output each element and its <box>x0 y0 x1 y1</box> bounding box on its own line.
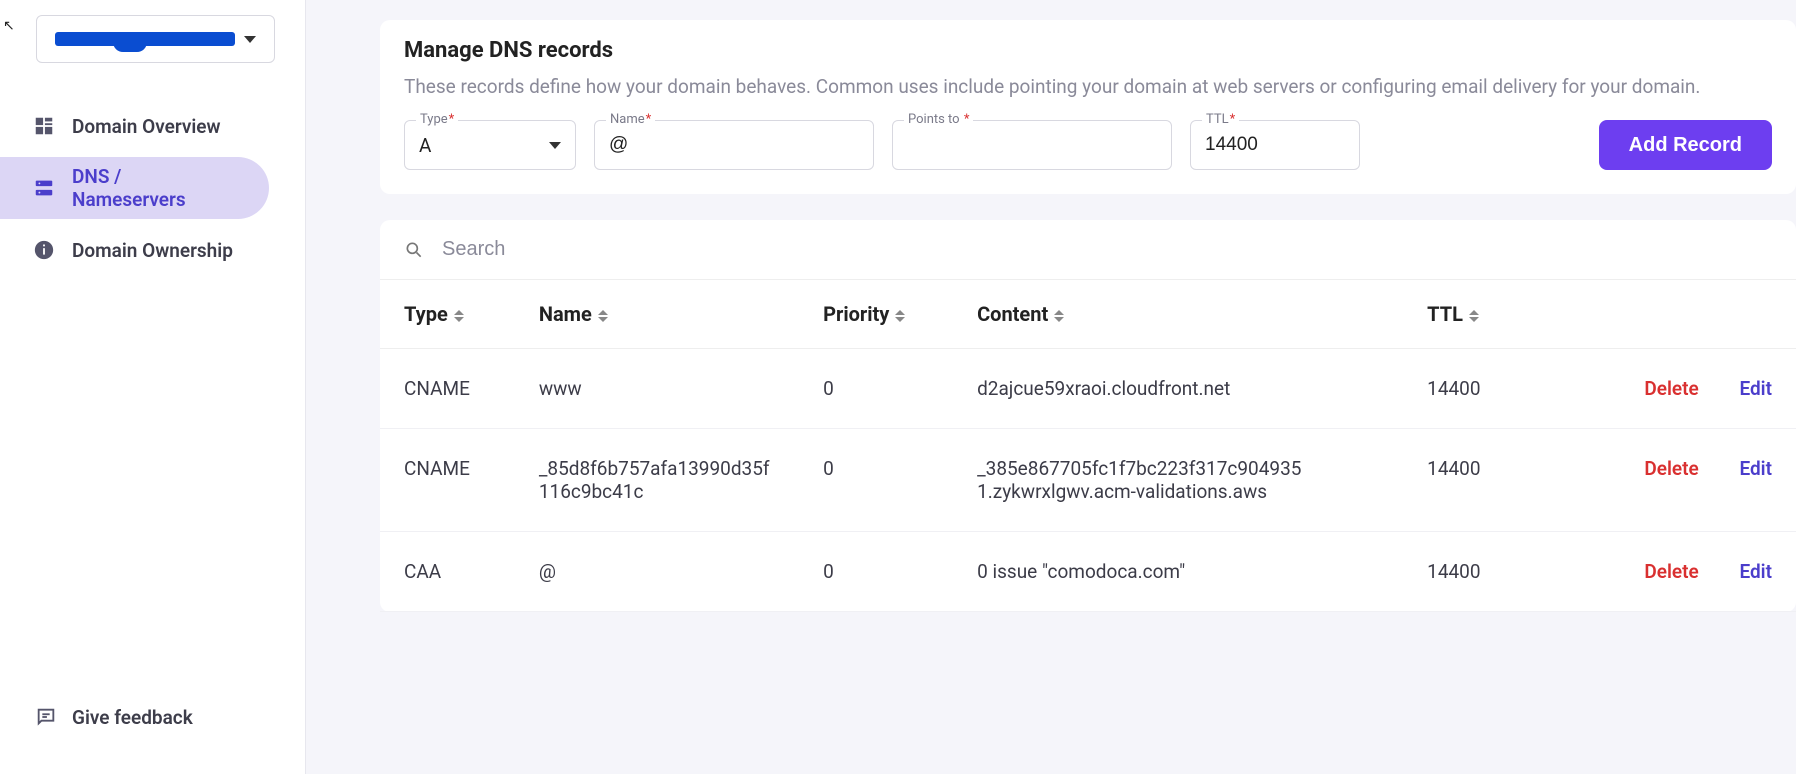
col-name[interactable]: Name <box>515 280 799 349</box>
sort-icon <box>1054 310 1064 322</box>
points-input[interactable] <box>892 120 1172 170</box>
table-row: CNAME www 0 d2ajcue59xraoi.cloudfront.ne… <box>380 349 1796 429</box>
records-panel: Type Name Priority Content TTL CNAME www… <box>380 220 1796 612</box>
table-row: CNAME _85d8f6b757afa13990d35f116c9bc41c … <box>380 429 1796 532</box>
delete-button[interactable]: Delete <box>1644 560 1698 583</box>
chat-icon <box>34 705 58 729</box>
table-row: CAA @ 0 0 issue "comodoca.com" 14400 Del… <box>380 532 1796 612</box>
sort-icon <box>598 310 608 322</box>
domain-select[interactable] <box>36 15 275 63</box>
ttl-field-wrap: TTL* <box>1190 120 1360 170</box>
cell-priority: 0 <box>799 349 953 429</box>
name-label: Name* <box>606 112 655 127</box>
search-icon <box>404 240 424 260</box>
records-thead: Type Name Priority Content TTL <box>380 280 1796 349</box>
cell-actions: Delete Edit <box>1545 532 1796 612</box>
col-ttl[interactable]: TTL <box>1403 280 1545 349</box>
chevron-down-icon <box>549 142 561 149</box>
edit-button[interactable]: Edit <box>1739 377 1772 400</box>
cell-name: www <box>515 349 799 429</box>
col-type[interactable]: Type <box>380 280 515 349</box>
add-record-form: Type* A Name* Points to * TTL* <box>404 120 1772 170</box>
type-select[interactable]: A <box>404 120 576 170</box>
sidebar-nav: Domain Overview DNS / Nameservers Domain… <box>0 95 305 710</box>
cell-type: CNAME <box>380 429 515 532</box>
domain-name-redacted <box>55 32 235 46</box>
cell-actions: Delete Edit <box>1545 349 1796 429</box>
manage-title: Manage DNS records <box>404 38 1772 63</box>
cell-type: CAA <box>380 532 515 612</box>
delete-button[interactable]: Delete <box>1644 457 1698 480</box>
cell-content: 0 issue "comodoca.com" <box>953 532 1403 612</box>
search-input[interactable] <box>442 238 1772 261</box>
cell-content: _385e867705fc1f7bc223f317c9049351.zykwrx… <box>953 429 1403 532</box>
name-input[interactable] <box>594 120 874 170</box>
col-content[interactable]: Content <box>953 280 1403 349</box>
type-value: A <box>419 134 431 157</box>
sidebar-item-label: Domain Overview <box>72 115 221 138</box>
type-field-wrap: Type* A <box>404 120 576 170</box>
dashboard-icon <box>32 114 56 138</box>
cell-ttl: 14400 <box>1403 532 1545 612</box>
add-record-button[interactable]: Add Record <box>1599 120 1772 170</box>
type-label: Type* <box>416 112 458 127</box>
cell-ttl: 14400 <box>1403 429 1545 532</box>
sidebar-item-domain-overview[interactable]: Domain Overview <box>0 95 305 157</box>
sort-icon <box>454 310 464 322</box>
server-icon <box>32 176 56 200</box>
sidebar-item-label: DNS / Nameservers <box>72 165 237 211</box>
sidebar: Domain Overview DNS / Nameservers Domain… <box>0 0 306 774</box>
manage-desc: These records define how your domain beh… <box>404 75 1772 98</box>
cell-type: CNAME <box>380 349 515 429</box>
cell-name: _85d8f6b757afa13990d35f116c9bc41c <box>515 429 799 532</box>
manage-panel: Manage DNS records ↖ These records defin… <box>380 20 1796 194</box>
delete-button[interactable]: Delete <box>1644 377 1698 400</box>
chevron-down-icon <box>244 36 256 43</box>
records-tbody: CNAME www 0 d2ajcue59xraoi.cloudfront.ne… <box>380 349 1796 612</box>
search-wrap <box>380 220 1796 280</box>
records-table: Type Name Priority Content TTL CNAME www… <box>380 280 1796 612</box>
main: Manage DNS records ↖ These records defin… <box>306 0 1796 774</box>
ttl-label: TTL* <box>1202 112 1239 127</box>
cell-actions: Delete Edit <box>1545 429 1796 532</box>
ttl-input[interactable] <box>1190 120 1360 170</box>
feedback-label: Give feedback <box>72 706 193 729</box>
name-field-wrap: Name* <box>594 120 874 170</box>
points-field-wrap: Points to * <box>892 120 1172 170</box>
sort-icon <box>895 310 905 322</box>
sidebar-item-label: Domain Ownership <box>72 239 233 262</box>
give-feedback[interactable]: Give feedback <box>0 710 305 774</box>
cell-ttl: 14400 <box>1403 349 1545 429</box>
edit-button[interactable]: Edit <box>1739 560 1772 583</box>
col-priority[interactable]: Priority <box>799 280 953 349</box>
edit-button[interactable]: Edit <box>1739 457 1772 480</box>
cell-priority: 0 <box>799 532 953 612</box>
points-label: Points to * <box>904 112 973 127</box>
cell-name: @ <box>515 532 799 612</box>
cell-content: d2ajcue59xraoi.cloudfront.net <box>953 349 1403 429</box>
sort-icon <box>1469 310 1479 322</box>
cell-priority: 0 <box>799 429 953 532</box>
sidebar-item-dns-nameservers[interactable]: DNS / Nameservers <box>0 157 269 219</box>
info-icon <box>32 238 56 262</box>
sidebar-item-domain-ownership[interactable]: Domain Ownership <box>0 219 305 281</box>
col-actions <box>1545 280 1796 349</box>
